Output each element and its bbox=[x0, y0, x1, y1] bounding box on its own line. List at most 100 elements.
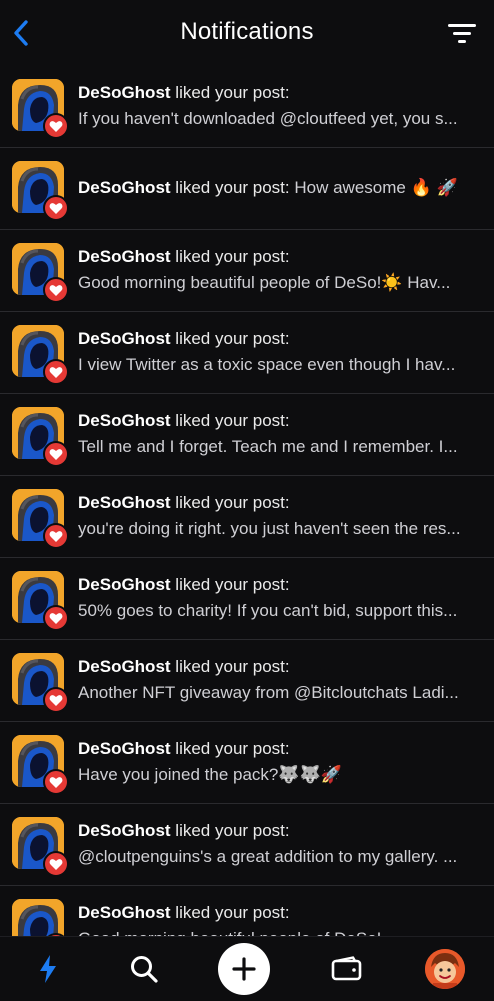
like-badge bbox=[43, 769, 69, 795]
create-post-button[interactable] bbox=[218, 943, 270, 995]
notification-text: DeSoGhost liked your post: How awesome 🔥… bbox=[78, 175, 480, 201]
like-badge bbox=[43, 605, 69, 631]
lightning-icon bbox=[40, 955, 56, 983]
bottom-nav bbox=[0, 936, 494, 1001]
notification-action: liked your post: bbox=[175, 657, 290, 676]
nav-activity-button[interactable] bbox=[24, 945, 72, 993]
notification-item[interactable]: DeSoGhost liked your post: Another NFT g… bbox=[0, 640, 494, 722]
notification-username[interactable]: DeSoGhost bbox=[78, 83, 171, 102]
notification-header-line: DeSoGhost liked your post: bbox=[78, 244, 480, 270]
heart-icon bbox=[49, 120, 63, 132]
heart-icon bbox=[49, 612, 63, 624]
notification-post-preview: If you haven't downloaded @cloutfeed yet… bbox=[78, 109, 458, 128]
notification-item[interactable]: DeSoGhost liked your post: Tell me and I… bbox=[0, 394, 494, 476]
notification-action: liked your post: bbox=[175, 247, 290, 266]
like-badge bbox=[43, 359, 69, 385]
notification-action: liked your post: bbox=[175, 739, 290, 758]
notification-content: DeSoGhost liked your post: Another NFT g… bbox=[78, 654, 480, 706]
heart-icon bbox=[49, 530, 63, 542]
plus-icon bbox=[232, 957, 256, 981]
notification-username[interactable]: DeSoGhost bbox=[78, 178, 171, 197]
notification-post-preview: I view Twitter as a toxic space even tho… bbox=[78, 355, 456, 374]
notification-header-line: DeSoGhost liked your post: bbox=[78, 408, 480, 434]
page-title: Notifications bbox=[180, 18, 314, 45]
notification-header-line: DeSoGhost liked your post: bbox=[78, 80, 480, 106]
notification-content: DeSoGhost liked your post: Good morning … bbox=[78, 900, 480, 936]
notification-item[interactable]: DeSoGhost liked your post: 50% goes to c… bbox=[0, 558, 494, 640]
notification-header-line: DeSoGhost liked your post: bbox=[78, 654, 480, 680]
notification-post-preview: @cloutpenguins's a great addition to my … bbox=[78, 847, 458, 866]
notification-content: DeSoGhost liked your post: you're doing … bbox=[78, 490, 480, 542]
notification-username[interactable]: DeSoGhost bbox=[78, 739, 171, 758]
notification-item[interactable]: DeSoGhost liked your post: Good morning … bbox=[0, 886, 494, 936]
like-badge bbox=[43, 441, 69, 467]
filter-icon bbox=[448, 24, 476, 43]
notification-post-preview: How awesome 🔥 🚀 bbox=[294, 178, 458, 197]
notification-action: liked your post: bbox=[175, 329, 290, 348]
notification-action: liked your post: bbox=[175, 575, 290, 594]
notification-item[interactable]: DeSoGhost liked your post: Have you join… bbox=[0, 722, 494, 804]
notification-header-line: DeSoGhost liked your post: bbox=[78, 326, 480, 352]
heart-icon bbox=[49, 366, 63, 378]
notification-username[interactable]: DeSoGhost bbox=[78, 247, 171, 266]
notification-post-preview: you're doing it right. you just haven't … bbox=[78, 519, 461, 538]
like-badge bbox=[43, 195, 69, 221]
notification-post-preview: 50% goes to charity! If you can't bid, s… bbox=[78, 601, 458, 620]
notification-header-line: DeSoGhost liked your post: bbox=[78, 818, 480, 844]
notification-action: liked your post: bbox=[175, 493, 290, 512]
notification-username[interactable]: DeSoGhost bbox=[78, 575, 171, 594]
notification-item[interactable]: DeSoGhost liked your post: @cloutpenguin… bbox=[0, 804, 494, 886]
notification-action: liked your post: bbox=[175, 411, 290, 430]
notification-username[interactable]: DeSoGhost bbox=[78, 903, 171, 922]
notification-content: DeSoGhost liked your post: How awesome 🔥… bbox=[78, 175, 480, 201]
notification-post-preview: Another NFT giveaway from @Bitcloutchats… bbox=[78, 683, 459, 702]
notification-action: liked your post: bbox=[175, 178, 290, 197]
header-bar: Notifications bbox=[0, 0, 494, 66]
notification-post-preview: Good morning beautiful people of DeSo! bbox=[78, 926, 480, 936]
notification-content: DeSoGhost liked your post: If you haven'… bbox=[78, 80, 480, 132]
notification-post-preview: Tell me and I forget. Teach me and I rem… bbox=[78, 437, 458, 456]
notification-action: liked your post: bbox=[175, 83, 290, 102]
notification-item[interactable]: DeSoGhost liked your post: Good morning … bbox=[0, 230, 494, 312]
notification-item[interactable]: DeSoGhost liked your post: I view Twitte… bbox=[0, 312, 494, 394]
notification-action: liked your post: bbox=[175, 821, 290, 840]
notification-content: DeSoGhost liked your post: I view Twitte… bbox=[78, 326, 480, 378]
like-badge bbox=[43, 851, 69, 877]
wallet-icon bbox=[331, 956, 362, 981]
notification-list[interactable]: DeSoGhost liked your post: If you haven'… bbox=[0, 66, 494, 936]
notification-item[interactable]: DeSoGhost liked your post: If you haven'… bbox=[0, 66, 494, 148]
notification-header-line: DeSoGhost liked your post: bbox=[78, 900, 480, 926]
notification-action: liked your post: bbox=[175, 903, 290, 922]
heart-icon bbox=[49, 284, 63, 296]
like-badge bbox=[43, 277, 69, 303]
notification-post-preview: Good morning beautiful people of DeSo!☀️… bbox=[78, 273, 451, 292]
ghost-avatar-image bbox=[12, 899, 64, 936]
notification-username[interactable]: DeSoGhost bbox=[78, 821, 171, 840]
profile-avatar[interactable] bbox=[425, 949, 465, 989]
notification-username[interactable]: DeSoGhost bbox=[78, 493, 171, 512]
notification-username[interactable]: DeSoGhost bbox=[78, 657, 171, 676]
notification-content: DeSoGhost liked your post: Good morning … bbox=[78, 244, 480, 296]
notification-item[interactable]: DeSoGhost liked your post: How awesome 🔥… bbox=[0, 148, 494, 230]
notification-content: DeSoGhost liked your post: @cloutpenguin… bbox=[78, 818, 480, 870]
notification-username[interactable]: DeSoGhost bbox=[78, 329, 171, 348]
notification-content: DeSoGhost liked your post: Tell me and I… bbox=[78, 408, 480, 460]
like-badge bbox=[43, 687, 69, 713]
filter-button[interactable] bbox=[446, 18, 478, 48]
notification-header-line: DeSoGhost liked your post: bbox=[78, 572, 480, 598]
nav-search-button[interactable] bbox=[120, 945, 168, 993]
notification-header-line: DeSoGhost liked your post: bbox=[78, 736, 480, 762]
heart-icon bbox=[49, 858, 63, 870]
notification-username[interactable]: DeSoGhost bbox=[78, 411, 171, 430]
notification-content: DeSoGhost liked your post: Have you join… bbox=[78, 736, 480, 788]
like-badge bbox=[43, 113, 69, 139]
profile-avatar-image bbox=[425, 949, 465, 989]
notification-item[interactable]: DeSoGhost liked your post: you're doing … bbox=[0, 476, 494, 558]
search-icon bbox=[131, 956, 158, 983]
heart-icon bbox=[49, 694, 63, 706]
heart-icon bbox=[49, 776, 63, 788]
notification-content: DeSoGhost liked your post: 50% goes to c… bbox=[78, 572, 480, 624]
nav-wallet-button[interactable] bbox=[323, 945, 371, 993]
user-avatar[interactable] bbox=[12, 899, 64, 936]
heart-icon bbox=[49, 202, 63, 214]
